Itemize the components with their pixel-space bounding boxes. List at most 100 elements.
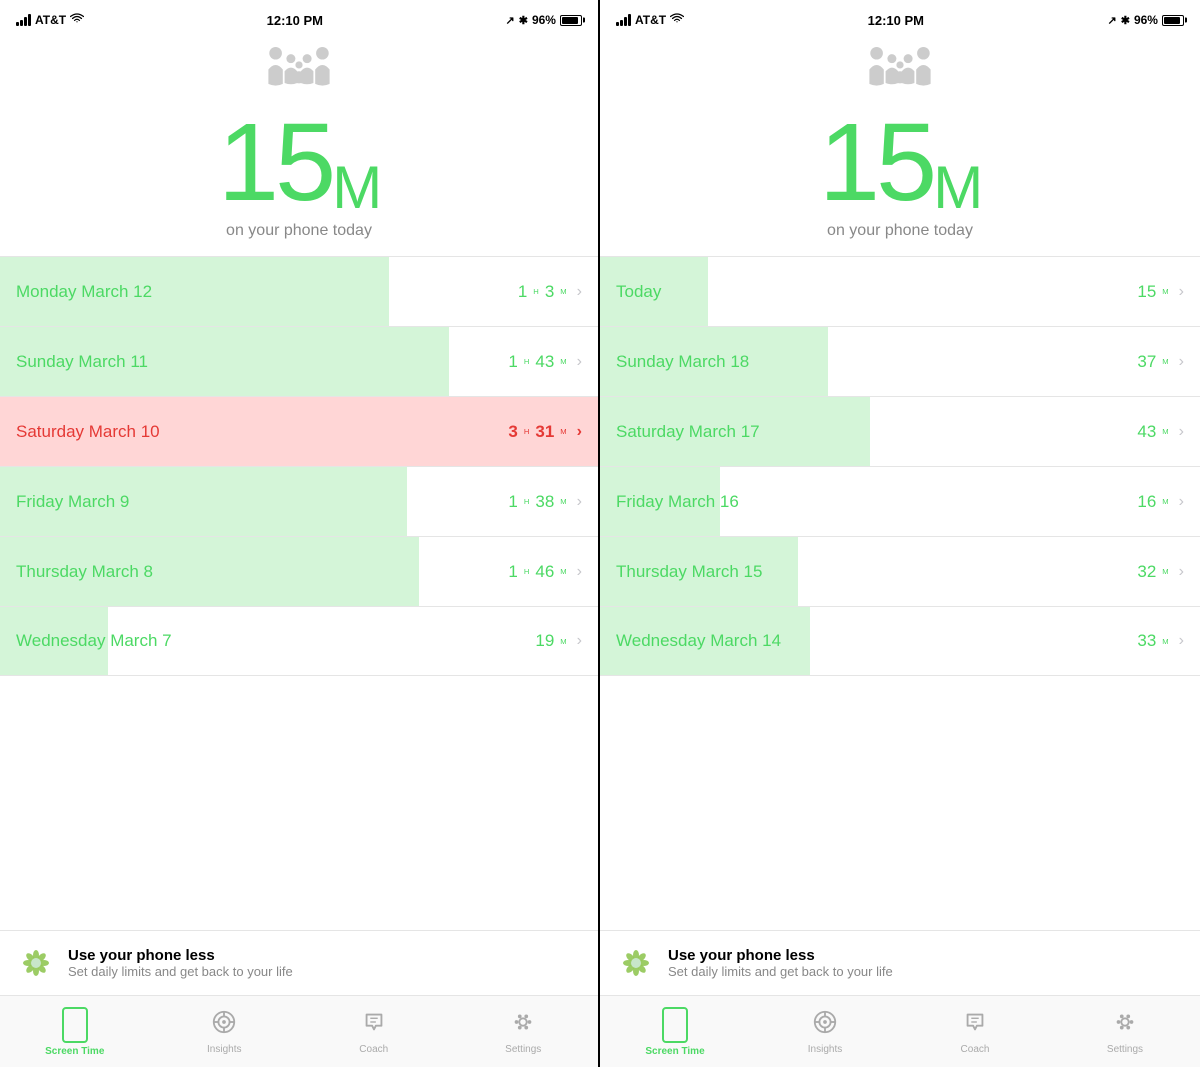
promo-flower-icon bbox=[16, 943, 56, 983]
tab-bar: Screen Time Insights Coach Settings bbox=[0, 995, 598, 1067]
tab-coach[interactable]: Coach bbox=[900, 996, 1050, 1067]
chevron-icon: › bbox=[577, 283, 582, 301]
chevron-icon: › bbox=[577, 563, 582, 581]
day-row[interactable]: Wednesday March 1433M › bbox=[600, 606, 1200, 676]
day-row[interactable]: Wednesday March 719M › bbox=[0, 606, 598, 676]
chevron-icon: › bbox=[1179, 632, 1184, 650]
tab-screen-time[interactable]: Screen Time bbox=[600, 996, 750, 1067]
tab-label: Screen Time bbox=[45, 1046, 104, 1057]
tab-icon-0 bbox=[662, 1007, 688, 1043]
promo-flower-icon bbox=[616, 943, 656, 983]
promo-text-block: Use your phone less Set daily limits and… bbox=[668, 947, 893, 979]
big-time-label: on your phone today bbox=[827, 222, 973, 240]
tab-coach[interactable]: Coach bbox=[299, 996, 449, 1067]
tab-insights[interactable]: Insights bbox=[750, 996, 900, 1067]
signal-bar-2 bbox=[620, 20, 623, 26]
day-name: Sunday March 18 bbox=[616, 352, 1137, 372]
chevron-icon: › bbox=[1179, 283, 1184, 301]
carrier-label: AT&T bbox=[35, 13, 66, 27]
day-row[interactable]: Thursday March 1532M › bbox=[600, 536, 1200, 606]
tab-settings[interactable]: Settings bbox=[449, 996, 599, 1067]
day-row[interactable]: Friday March 91H 38M › bbox=[0, 466, 598, 536]
location-icon: ↗ bbox=[1108, 14, 1117, 27]
day-list: Today15M ›Sunday March 1837M ›Saturday M… bbox=[600, 256, 1200, 930]
wifi-icon bbox=[70, 13, 84, 28]
chevron-icon: › bbox=[577, 423, 582, 441]
promo-area[interactable]: Use your phone less Set daily limits and… bbox=[600, 930, 1200, 995]
chevron-icon: › bbox=[577, 632, 582, 650]
big-time-area: 15 M on your phone today bbox=[600, 98, 1200, 256]
big-time-display: 15 M bbox=[819, 108, 981, 218]
day-time: 33M › bbox=[1137, 631, 1184, 651]
family-icon-area bbox=[600, 36, 1200, 98]
day-time: 32M › bbox=[1137, 562, 1184, 582]
promo-subtitle: Set daily limits and get back to your li… bbox=[668, 964, 893, 979]
status-time: 12:10 PM bbox=[267, 13, 323, 28]
chevron-icon: › bbox=[1179, 563, 1184, 581]
tab-insights[interactable]: Insights bbox=[150, 996, 300, 1067]
tab-label: Insights bbox=[207, 1044, 241, 1055]
signal-bars-icon bbox=[616, 14, 631, 26]
promo-title: Use your phone less bbox=[668, 947, 893, 964]
promo-area[interactable]: Use your phone less Set daily limits and… bbox=[0, 930, 598, 995]
day-name: Saturday March 17 bbox=[616, 422, 1137, 442]
promo-subtitle: Set daily limits and get back to your li… bbox=[68, 964, 293, 979]
tab-icon-3 bbox=[510, 1009, 536, 1041]
chevron-icon: › bbox=[1179, 353, 1184, 371]
tab-icon-1 bbox=[812, 1009, 838, 1041]
bluetooth-icon: ✱ bbox=[519, 14, 528, 27]
day-row[interactable]: Saturday March 103H 31M › bbox=[0, 396, 598, 466]
chevron-icon: › bbox=[577, 353, 582, 371]
signal-bar-4 bbox=[28, 14, 31, 26]
signal-bar-3 bbox=[624, 17, 627, 26]
promo-title: Use your phone less bbox=[68, 947, 293, 964]
tab-icon-0 bbox=[62, 1007, 88, 1043]
day-row[interactable]: Today15M › bbox=[600, 256, 1200, 326]
signal-bar-1 bbox=[616, 22, 619, 26]
day-row[interactable]: Saturday March 1743M › bbox=[600, 396, 1200, 466]
day-row[interactable]: Sunday March 1837M › bbox=[600, 326, 1200, 396]
tab-icon-2 bbox=[361, 1009, 387, 1041]
location-icon: ↗ bbox=[506, 14, 515, 27]
day-time: 15M › bbox=[1137, 282, 1184, 302]
tab-settings[interactable]: Settings bbox=[1050, 996, 1200, 1067]
screen-time-icon bbox=[662, 1007, 688, 1043]
day-row[interactable]: Sunday March 111H 43M › bbox=[0, 326, 598, 396]
day-name: Wednesday March 7 bbox=[16, 631, 535, 651]
screen-time-icon bbox=[62, 1007, 88, 1043]
status-bar: AT&T 12:10 PM ↗ ✱ 96% bbox=[600, 0, 1200, 36]
day-time: 19M › bbox=[535, 631, 582, 651]
signal-bar-4 bbox=[628, 14, 631, 26]
day-name: Saturday March 10 bbox=[16, 422, 508, 442]
wifi-icon bbox=[670, 13, 684, 28]
status-right: ↗ ✱ 96% bbox=[506, 13, 582, 27]
signal-bar-1 bbox=[16, 22, 19, 26]
day-time: 16M › bbox=[1137, 492, 1184, 512]
tab-icon-3 bbox=[1112, 1009, 1138, 1041]
chevron-icon: › bbox=[1179, 423, 1184, 441]
signal-bar-3 bbox=[24, 17, 27, 26]
tab-label: Coach bbox=[961, 1044, 990, 1055]
big-time-area: 15 M on your phone today bbox=[0, 98, 598, 256]
bluetooth-icon: ✱ bbox=[1121, 14, 1130, 27]
battery-icon bbox=[1162, 15, 1184, 26]
day-row[interactable]: Monday March 121H 3M › bbox=[0, 256, 598, 326]
panel-left: AT&T 12:10 PM ↗ ✱ 96% bbox=[0, 0, 600, 1067]
tab-label: Insights bbox=[808, 1044, 842, 1055]
tab-screen-time[interactable]: Screen Time bbox=[0, 996, 150, 1067]
status-time: 12:10 PM bbox=[868, 13, 924, 28]
tab-label: Settings bbox=[505, 1044, 541, 1055]
day-row[interactable]: Friday March 1616M › bbox=[600, 466, 1200, 536]
tab-icon-2 bbox=[962, 1009, 988, 1041]
tab-label: Screen Time bbox=[645, 1046, 704, 1057]
big-time-unit: M bbox=[332, 158, 380, 218]
battery-percent: 96% bbox=[1134, 13, 1158, 27]
signal-bars-icon bbox=[16, 14, 31, 26]
day-name: Wednesday March 14 bbox=[616, 631, 1137, 651]
day-time: 43M › bbox=[1137, 422, 1184, 442]
status-left: AT&T bbox=[16, 13, 84, 28]
day-time: 1H 38M › bbox=[508, 492, 582, 512]
day-row[interactable]: Thursday March 81H 46M › bbox=[0, 536, 598, 606]
day-name: Thursday March 8 bbox=[16, 562, 508, 582]
day-name: Today bbox=[616, 282, 1137, 302]
